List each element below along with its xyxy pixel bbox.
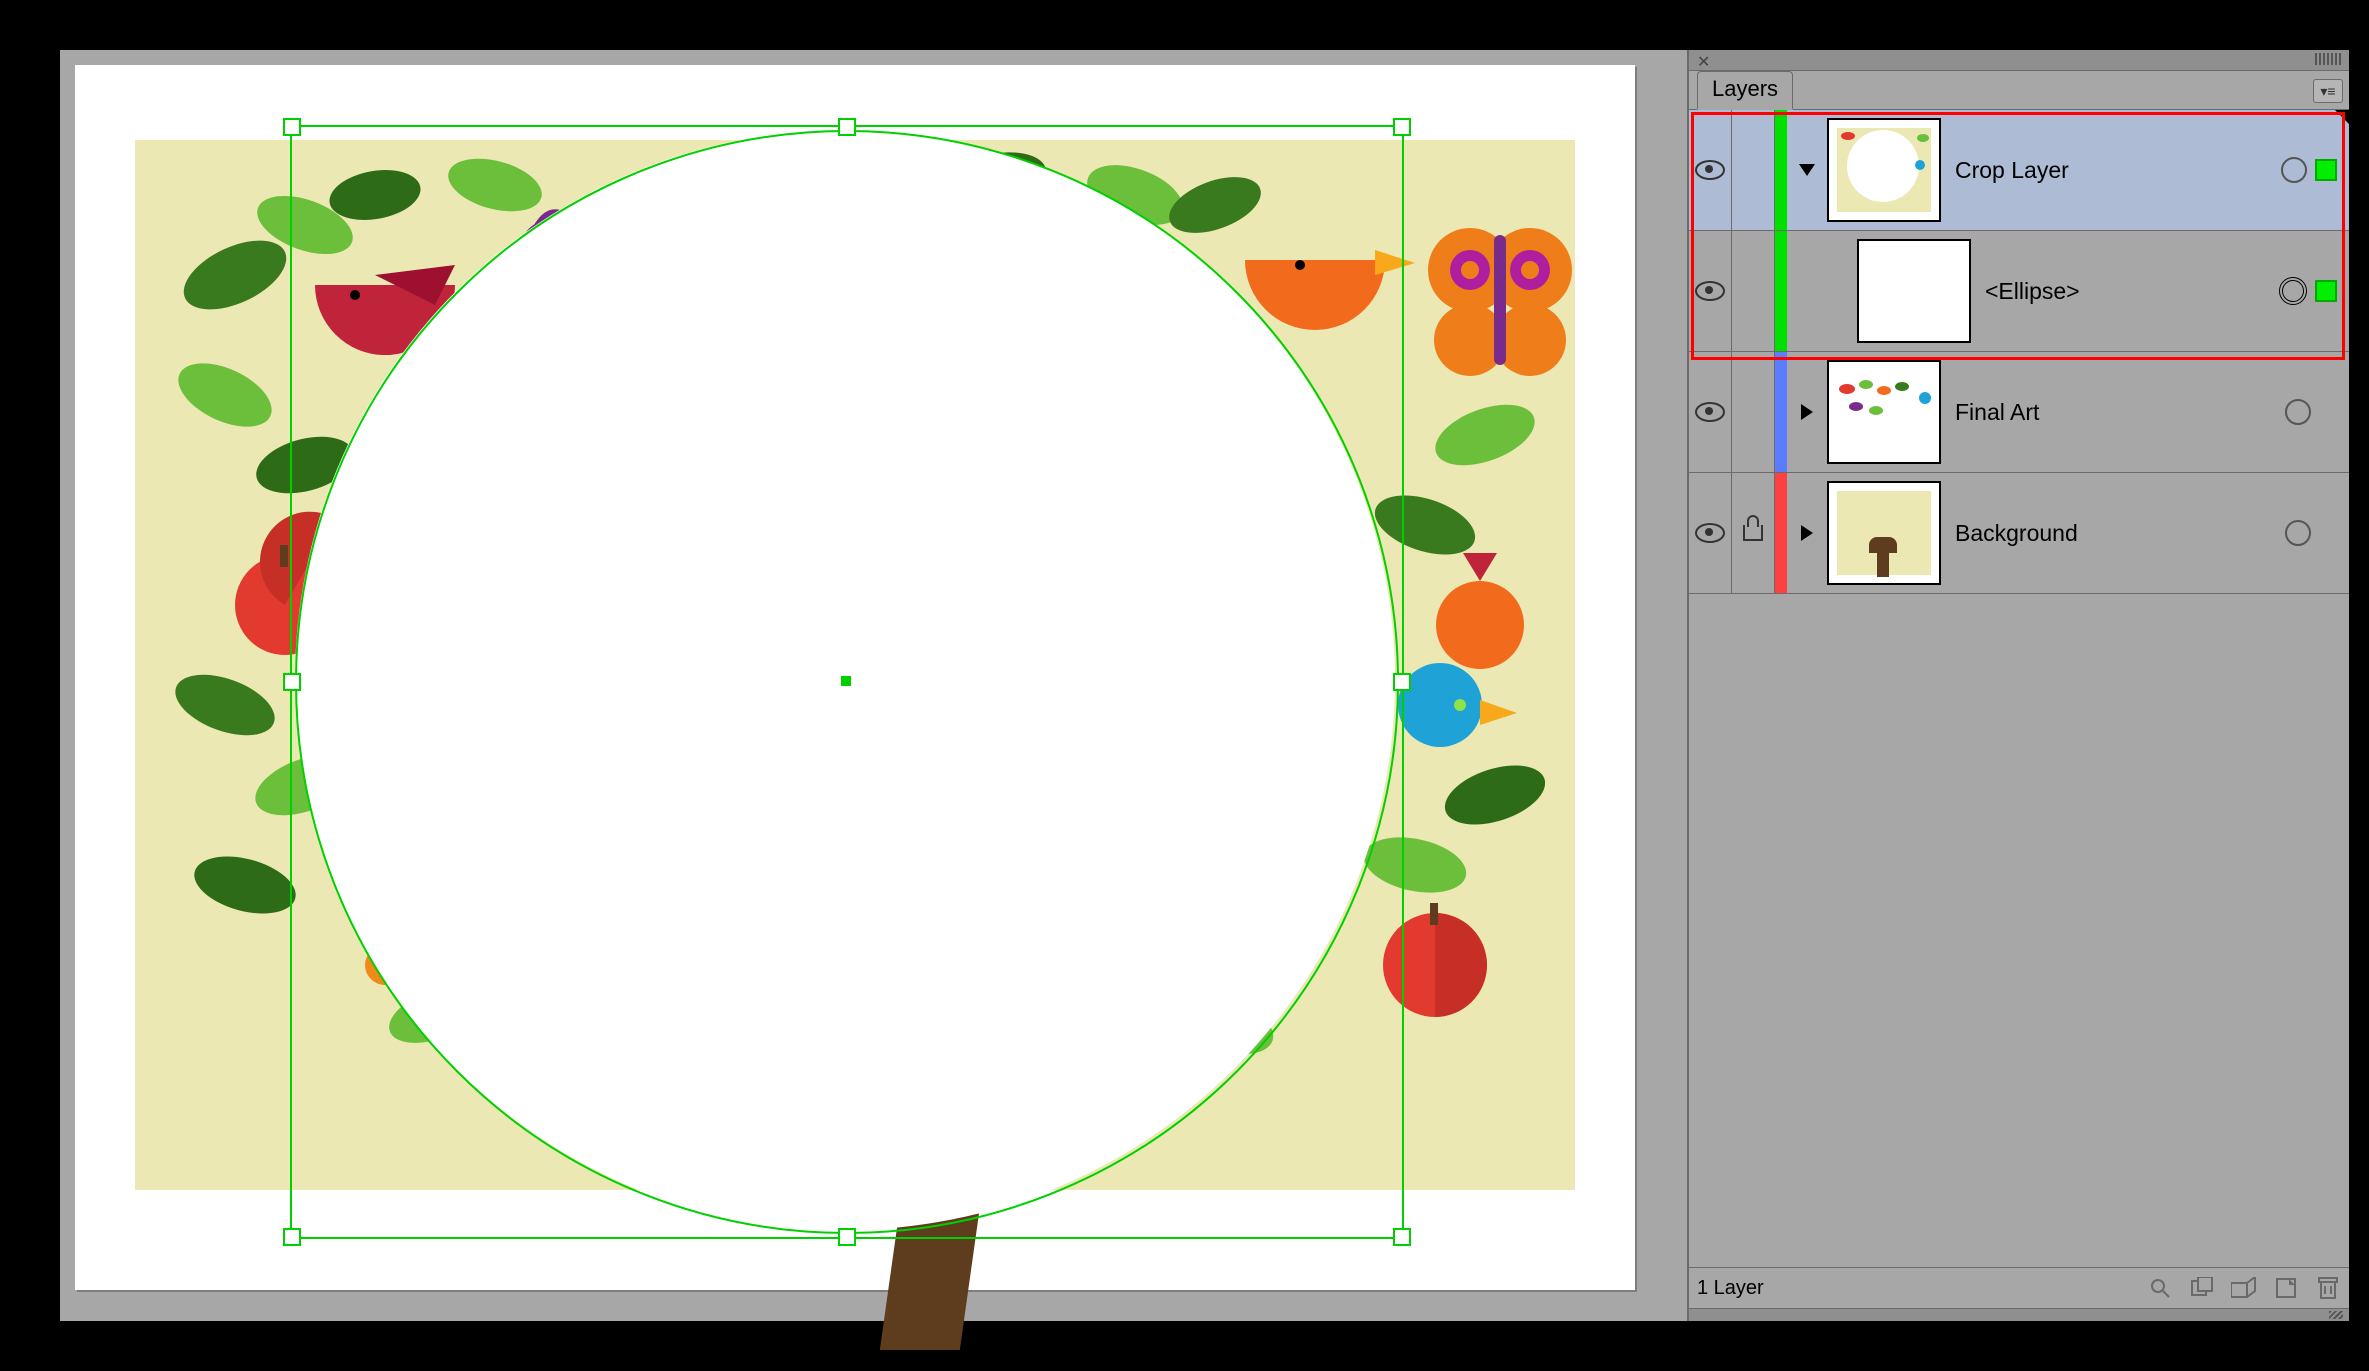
document-canvas[interactable] — [60, 50, 1687, 1321]
selection-handle-s[interactable] — [838, 1228, 856, 1246]
lock-toggle[interactable] — [1732, 352, 1775, 472]
visibility-toggle[interactable] — [1689, 231, 1732, 351]
selection-indicator[interactable] — [2315, 280, 2337, 302]
selection-handle-ne[interactable] — [1393, 118, 1411, 136]
panel-resize-grip[interactable] — [1689, 1308, 2349, 1321]
expand-toggle[interactable] — [1787, 404, 1827, 420]
layer-row-crop[interactable]: Crop Layer — [1689, 110, 2349, 231]
layer-name-label[interactable]: Background — [1955, 520, 2285, 547]
layer-name-label[interactable]: <Ellipse> — [1985, 278, 2279, 305]
layer-name-label[interactable]: Crop Layer — [1955, 157, 2281, 184]
layer-count-status: 1 Layer — [1697, 1277, 1764, 1300]
target-icon[interactable] — [2279, 277, 2307, 305]
layer-color-bar — [1775, 231, 1787, 351]
panel-titlebar[interactable]: ✕ — [1689, 50, 2349, 71]
panel-collapse-icon[interactable] — [2315, 53, 2341, 65]
lock-toggle[interactable] — [1732, 473, 1775, 593]
chevron-right-icon — [1801, 404, 1813, 420]
expand-toggle[interactable] — [1787, 525, 1827, 541]
layer-row-background[interactable]: Background — [1689, 473, 2349, 594]
close-icon[interactable]: ✕ — [1697, 52, 1710, 72]
layer-color-bar — [1775, 352, 1787, 472]
panel-tabs: Layers ▾≡ — [1689, 71, 2349, 110]
tab-layers[interactable]: Layers — [1697, 71, 1793, 110]
layer-thumbnail[interactable] — [1827, 360, 1941, 464]
locate-object-button[interactable] — [2147, 1277, 2173, 1299]
selection-handle-sw[interactable] — [283, 1228, 301, 1246]
layer-name-label[interactable]: Final Art — [1955, 399, 2285, 426]
eye-icon — [1695, 402, 1725, 422]
new-layer-button[interactable] — [2273, 1277, 2299, 1299]
layer-thumbnail[interactable] — [1857, 239, 1971, 343]
visibility-toggle[interactable] — [1689, 473, 1732, 593]
selection-handle-w[interactable] — [283, 673, 301, 691]
lock-icon — [1743, 525, 1763, 541]
selection-handle-nw[interactable] — [283, 118, 301, 136]
new-sublayer-button[interactable] — [2231, 1277, 2257, 1299]
visibility-toggle[interactable] — [1689, 110, 1732, 230]
layer-color-bar — [1775, 473, 1787, 593]
lock-toggle[interactable] — [1732, 231, 1775, 351]
make-clipping-mask-button[interactable] — [2189, 1277, 2215, 1299]
layer-color-bar — [1775, 110, 1787, 230]
visibility-toggle[interactable] — [1689, 352, 1732, 472]
layers-panel: ✕ Layers ▾≡ — [1687, 50, 2349, 1321]
selection-indicator[interactable] — [2315, 159, 2337, 181]
layer-row-ellipse[interactable]: <Ellipse> — [1689, 231, 2349, 352]
selection-handle-e[interactable] — [1393, 673, 1411, 691]
chevron-right-icon — [1801, 525, 1813, 541]
layer-thumbnail[interactable] — [1827, 118, 1941, 222]
eye-icon — [1695, 160, 1725, 180]
expand-toggle[interactable] — [1787, 164, 1827, 176]
lock-toggle[interactable] — [1732, 110, 1775, 230]
layer-thumbnail[interactable] — [1827, 481, 1941, 585]
eye-icon — [1695, 281, 1725, 301]
target-icon[interactable] — [2285, 520, 2311, 546]
selection-handle-n[interactable] — [838, 118, 856, 136]
eye-icon — [1695, 523, 1725, 543]
artboard[interactable] — [75, 65, 1635, 1290]
selection-handle-se[interactable] — [1393, 1228, 1411, 1246]
delete-layer-button[interactable] — [2315, 1277, 2341, 1299]
target-icon[interactable] — [2281, 157, 2307, 183]
target-icon[interactable] — [2285, 399, 2311, 425]
panel-footer: 1 Layer — [1689, 1267, 2349, 1308]
layer-row-finalart[interactable]: Final Art — [1689, 352, 2349, 473]
selection-center-point[interactable] — [841, 676, 851, 686]
current-layer-indicator — [2335, 110, 2349, 124]
chevron-down-icon — [1799, 164, 1815, 176]
panel-menu-button[interactable]: ▾≡ — [2313, 79, 2343, 103]
layers-list[interactable]: Crop Layer <Ellipse> — [1689, 110, 2349, 1267]
